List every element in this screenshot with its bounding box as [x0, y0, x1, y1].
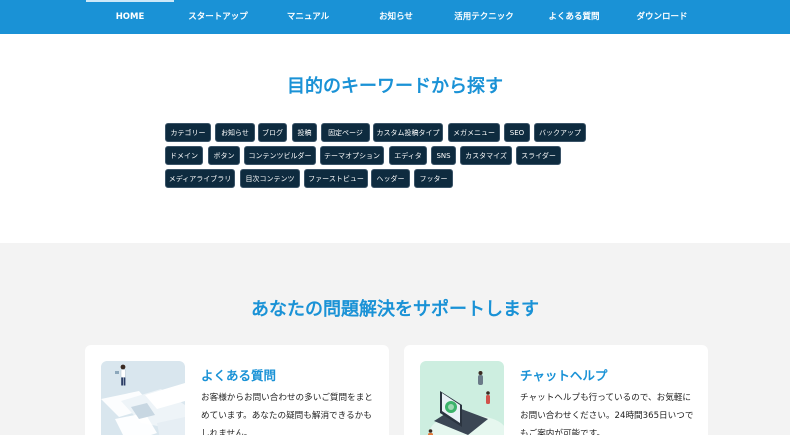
tag-toc-content[interactable]: 目次コンテンツ [240, 169, 300, 188]
nav-item-news[interactable]: お知らせ [352, 0, 440, 34]
tag-blog[interactable]: ブログ [258, 123, 287, 142]
tag-mega-menu[interactable]: メガメニュー [448, 123, 500, 142]
tag-sns[interactable]: SNS [431, 146, 456, 165]
tag-theme-option[interactable]: テーマオプション [320, 146, 384, 165]
nav-item-faq[interactable]: よくある質問 [530, 0, 618, 34]
faq-card[interactable]: よくある質問 お客様からお問い合わせの多いご質問をまとめています。あなたの疑問も… [85, 345, 389, 435]
chat-help-illustration-icon [420, 361, 504, 435]
tag-slider[interactable]: スライダー [516, 146, 561, 165]
faq-illustration-icon [101, 361, 185, 435]
tag-header[interactable]: ヘッダー [371, 169, 410, 188]
faq-card-title: よくある質問 [201, 368, 277, 383]
tag-content-builder[interactable]: コンテンツビルダー [244, 146, 316, 165]
tag-custom-post-type[interactable]: カスタム投稿タイプ [373, 123, 443, 142]
nav-item-home[interactable]: HOME [86, 0, 174, 34]
support-section-title: あなたの問題解決をサポートします [251, 299, 539, 320]
keyword-section-title: 目的のキーワードから探す [287, 76, 503, 97]
global-nav: HOME スタートアップ マニュアル お知らせ 活用テクニック よくある質問 ダ… [0, 0, 790, 34]
nav-item-startup[interactable]: スタートアップ [174, 0, 262, 34]
tag-domain[interactable]: ドメイン [165, 146, 203, 165]
chat-help-card-title: チャットヘルプ [520, 368, 608, 383]
tag-seo[interactable]: SEO [504, 123, 530, 142]
chat-help-card-text: チャットヘルプも行っているので、お気軽にお問い合わせください。24時間365日い… [520, 393, 694, 435]
tag-media-library[interactable]: メディアライブラリ [165, 169, 235, 188]
nav-item-download[interactable]: ダウンロード [618, 0, 706, 34]
tag-backup[interactable]: バックアップ [534, 123, 586, 142]
tag-first-view[interactable]: ファーストビュー [304, 169, 368, 188]
tag-customize[interactable]: カスタマイズ [460, 146, 512, 165]
nav-item-manual[interactable]: マニュアル [264, 0, 352, 34]
tag-news[interactable]: お知らせ [215, 123, 255, 142]
tag-post[interactable]: 投稿 [292, 123, 317, 142]
tag-fixed-page[interactable]: 固定ページ [321, 123, 370, 142]
tag-category[interactable]: カテゴリー [165, 123, 211, 142]
tag-button[interactable]: ボタン [208, 146, 240, 165]
tag-footer[interactable]: フッター [414, 169, 453, 188]
tag-editor[interactable]: エディタ [389, 146, 427, 165]
faq-card-text: お客様からお問い合わせの多いご質問をまとめています。あなたの疑問も解消できるかも… [201, 393, 373, 435]
support-section: あなたの問題解決をサポートします よくある質問 お客様からお問い合わせの多いご質… [0, 243, 790, 435]
chat-help-card[interactable]: チャットヘルプ チャットヘルプも行っているので、お気軽にお問い合わせください。2… [404, 345, 708, 435]
nav-item-techniques[interactable]: 活用テクニック [440, 0, 528, 34]
